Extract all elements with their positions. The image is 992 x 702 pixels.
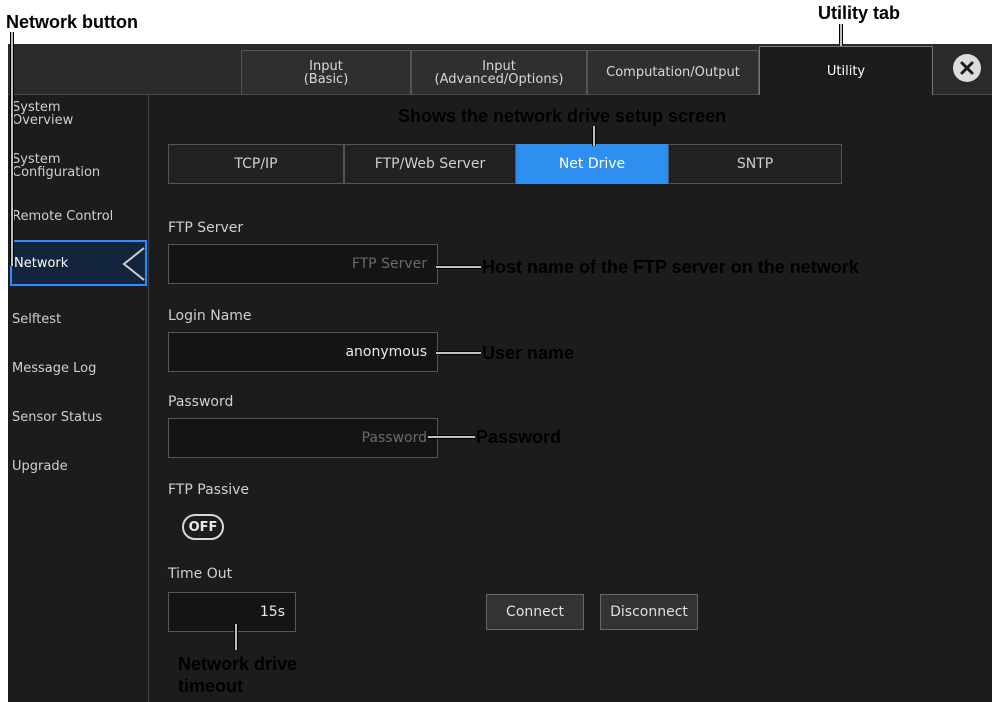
time-out-callout-line-2: timeout [178, 676, 243, 696]
password-label: Password [168, 394, 234, 410]
subtab-sntp[interactable]: SNTP [668, 144, 842, 184]
time-out-field[interactable]: 15s [168, 592, 296, 632]
main-tab-bar: Input (Basic) Input (Advanced/Options) C… [8, 44, 992, 95]
close-icon [960, 61, 974, 75]
instrument-screen: Input (Basic) Input (Advanced/Options) C… [8, 44, 992, 702]
time-out-callout-line-1: Network drive [178, 654, 298, 674]
login-name-label: Login Name [168, 308, 252, 324]
close-button[interactable] [953, 54, 981, 82]
login-name-field[interactable]: anonymous [168, 332, 438, 372]
ftp-server-callout: Host name of the FTP server on the netwo… [482, 257, 859, 277]
ftp-server-field[interactable]: FTP Server [168, 244, 438, 284]
sidebar-item-upgrade[interactable]: Upgrade [12, 460, 68, 473]
subtab-tcp-ip[interactable]: TCP/IP [168, 144, 344, 184]
connect-button[interactable]: Connect [486, 594, 584, 630]
tab-input-advanced-options[interactable]: Input (Advanced/Options) [411, 50, 587, 94]
selected-arrow-icon [122, 247, 145, 281]
sidebar-item-selftest[interactable]: Selftest [12, 313, 61, 326]
disconnect-button[interactable]: Disconnect [600, 594, 698, 630]
net-drive-callout: Shows the network drive setup screen [398, 106, 727, 126]
login-name-callout: User name [482, 343, 575, 363]
time-out-label: Time Out [168, 566, 233, 582]
sidebar-item-message-log[interactable]: Message Log [12, 362, 96, 375]
sidebar-item-sensor-status[interactable]: Sensor Status [12, 411, 102, 424]
ftp-passive-toggle[interactable]: OFF [182, 514, 224, 540]
sidebar-item-system-configuration[interactable]: System Configuration [12, 153, 100, 179]
password-field[interactable]: Password [168, 418, 438, 458]
subtab-ftp-web-server[interactable]: FTP/Web Server [344, 144, 516, 184]
sidebar-item-network[interactable]: Network [10, 240, 147, 286]
sidebar: System Overview System Configuration Rem… [8, 95, 149, 702]
sidebar-item-network-label: Network [14, 256, 69, 271]
subtab-net-drive[interactable]: Net Drive [516, 144, 668, 184]
tab-computation-output[interactable]: Computation/Output [587, 50, 759, 94]
tab-utility[interactable]: Utility [759, 46, 933, 95]
utility-tab-callout: Utility tab [818, 3, 901, 23]
ftp-passive-label: FTP Passive [168, 482, 250, 498]
sidebar-item-remote-control[interactable]: Remote Control [12, 210, 113, 223]
sidebar-item-system-overview[interactable]: System Overview [12, 101, 73, 127]
password-callout: Password [476, 427, 562, 447]
tab-input-basic[interactable]: Input (Basic) [241, 50, 411, 94]
network-button-callout: Network button [6, 12, 138, 32]
ftp-server-label: FTP Server [168, 220, 244, 236]
